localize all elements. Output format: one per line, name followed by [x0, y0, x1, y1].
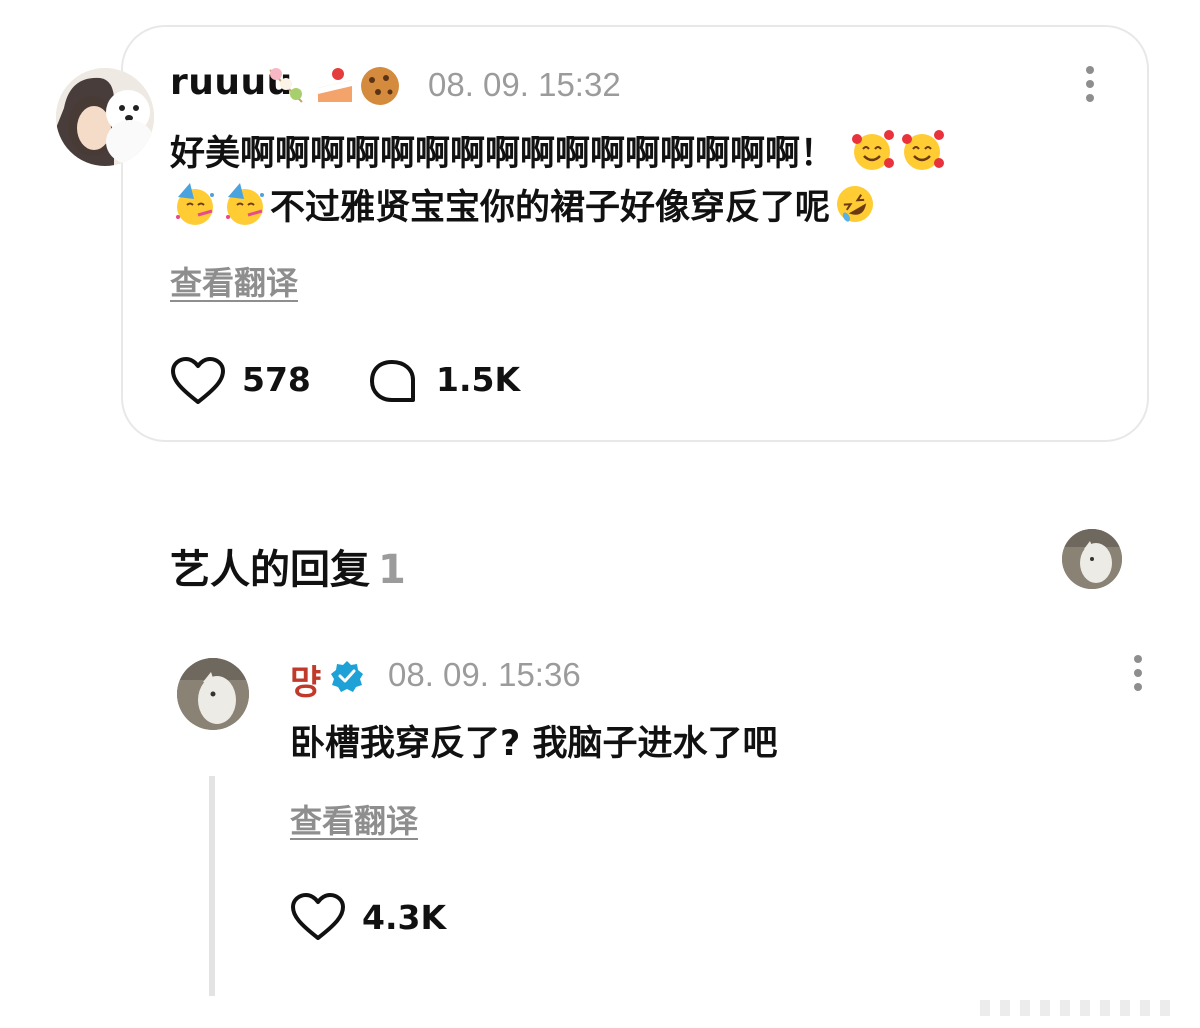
smiling-face-with-hearts-icon — [852, 130, 895, 170]
avatar-image — [56, 68, 154, 166]
comment-text-line1: 好美啊啊啊啊啊啊啊啊啊啊啊啊啊啊啊啊！ — [170, 126, 947, 182]
commenter-avatar[interactable] — [56, 68, 154, 166]
reply-text: 卧槽我穿反了? 我脑子进水了吧 — [290, 724, 778, 764]
like-heart-icon[interactable] — [170, 356, 226, 406]
replier-avatar-image — [177, 658, 249, 730]
artist-replies-heading: 艺人的回复 1 — [170, 537, 406, 595]
partying-face-icon — [176, 183, 214, 225]
cake-emoji — [318, 68, 352, 102]
replier-avatar[interactable] — [177, 658, 249, 730]
verified-badge-icon — [331, 661, 363, 692]
rolling-on-floor-laughing-icon — [837, 186, 874, 222]
reply-like-heart-icon[interactable] — [290, 892, 346, 942]
artist-replies-title: 艺人的回复 — [170, 547, 370, 593]
reply-more-icon[interactable] — [1130, 655, 1146, 695]
replier-username[interactable]: 먕 — [290, 655, 321, 704]
comment-timestamp: 08. 09. 15:32 — [428, 66, 621, 103]
comment-more-icon[interactable] — [1082, 66, 1098, 106]
smiling-face-with-hearts-icon — [902, 130, 945, 170]
reply-view-translation-link[interactable]: 查看翻译 — [290, 796, 418, 842]
reply-thread-line — [209, 776, 215, 996]
view-translation-link[interactable]: 查看翻译 — [170, 258, 298, 304]
comment-text-1: 好美啊啊啊啊啊啊啊啊啊啊啊啊啊啊啊啊！ — [170, 134, 836, 174]
reply-bubble-icon[interactable] — [368, 358, 418, 404]
comment-text-line2: 不过雅贤宝宝你的裙子好像穿反了呢 — [170, 180, 880, 236]
artist-avatar-image — [1062, 529, 1122, 589]
comment-reply-count[interactable]: 1.5K — [436, 360, 520, 399]
username-emojis — [269, 67, 399, 105]
reply-like-count: 4.3K — [362, 898, 447, 937]
dango-emoji — [269, 68, 303, 103]
partying-face-icon — [226, 183, 264, 225]
artist-avatar-small[interactable] — [1062, 529, 1122, 589]
watermark-bars — [980, 1000, 1170, 1016]
cookie-emoji — [361, 67, 399, 105]
reply-timestamp: 08. 09. 15:36 — [388, 656, 581, 693]
artist-replies-count: 1 — [378, 547, 406, 593]
comment-like-count: 578 — [242, 360, 311, 399]
comment-text-2: 不过雅贤宝宝你的裙子好像穿反了呢 — [270, 188, 831, 228]
